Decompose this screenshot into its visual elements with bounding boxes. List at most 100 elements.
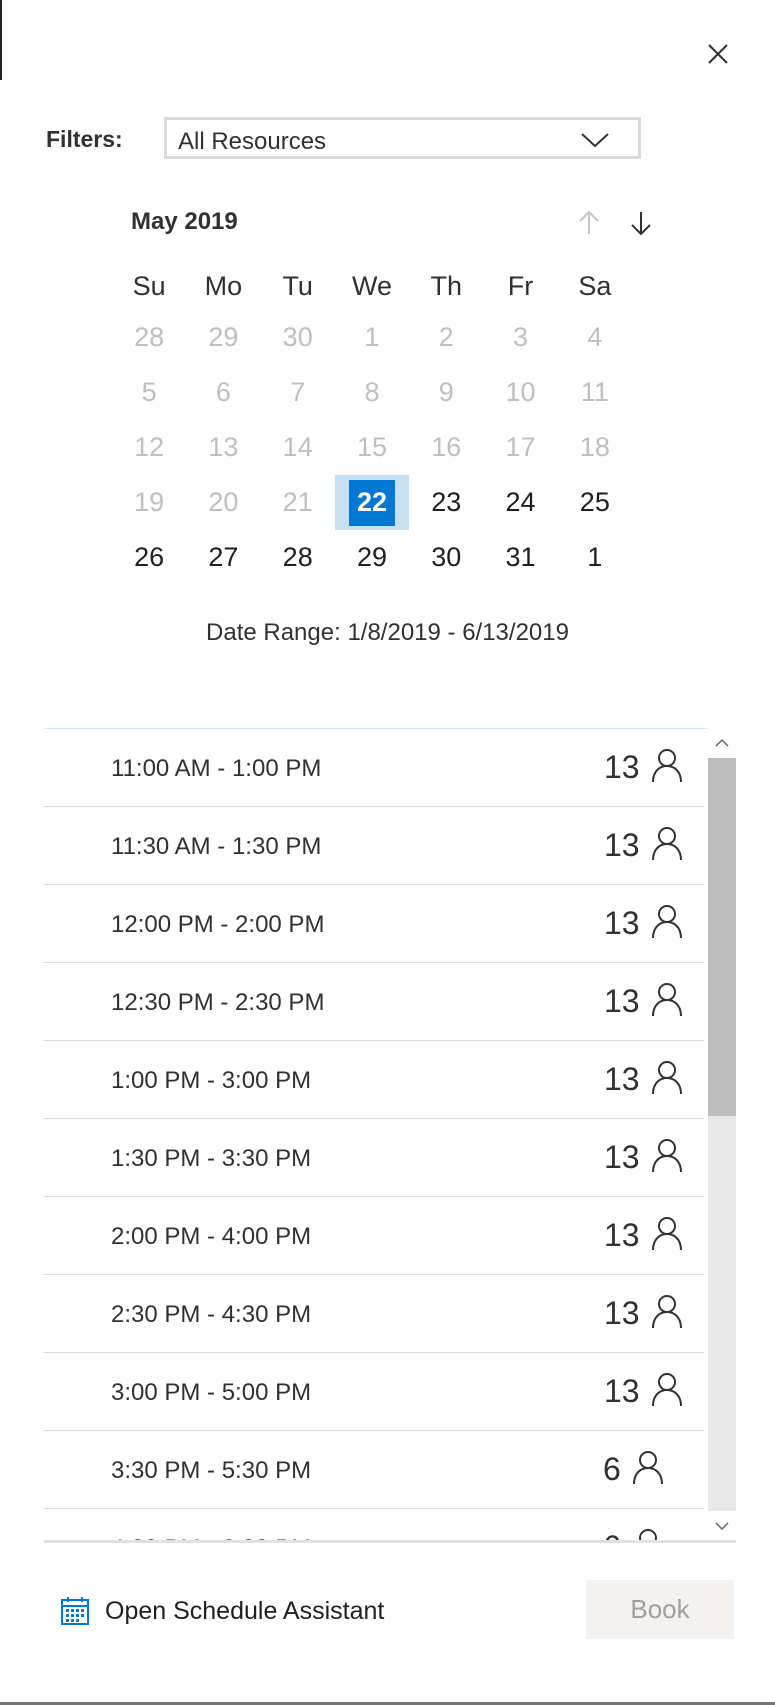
- calendar-day-number: 23: [431, 487, 462, 517]
- resource-count: 13: [604, 905, 640, 941]
- close-icon[interactable]: [700, 36, 736, 72]
- calendar-day[interactable]: 10: [483, 365, 557, 420]
- time-slot-row[interactable]: 3:30 PM - 5:30 PM 6: [44, 1431, 704, 1509]
- calendar-day[interactable]: 14: [261, 420, 335, 475]
- time-slot-row[interactable]: 1:30 PM - 3:30 PM 13: [44, 1119, 704, 1197]
- calendar-day-number: 10: [505, 377, 536, 407]
- time-slot-label: 12:30 PM - 2:30 PM: [111, 989, 325, 1016]
- resource-count: 13: [604, 827, 640, 863]
- person-icon: [650, 747, 684, 783]
- calendar-day-number: 16: [431, 432, 462, 462]
- time-slot-list: 11:00 AM - 1:00 PM 13 11:30 AM - 1:30 PM 13…: [44, 728, 736, 1542]
- calendar-day[interactable]: 5: [112, 365, 186, 420]
- calendar-day[interactable]: 25: [558, 475, 632, 530]
- weekday-label: Sa: [578, 270, 612, 301]
- calendar-day[interactable]: 12: [112, 420, 186, 475]
- calendar-day-number: 1: [587, 542, 603, 572]
- weekday-label: Tu: [282, 270, 313, 301]
- person-icon: [650, 1293, 684, 1329]
- calendar-day[interactable]: 28: [261, 530, 335, 585]
- open-schedule-assistant-link[interactable]: Open Schedule Assistant: [60, 1593, 384, 1629]
- calendar-day-number: 29: [356, 542, 387, 572]
- calendar-day[interactable]: 9: [409, 365, 483, 420]
- scheduling-panel: Filters: All Resources May 2019 Su Mo Tu…: [0, 0, 775, 1702]
- calendar-day[interactable]: 16: [409, 420, 483, 475]
- calendar-day[interactable]: 29: [186, 310, 260, 365]
- calendar-day[interactable]: 1: [558, 530, 632, 585]
- calendar-day[interactable]: 2: [409, 310, 483, 365]
- calendar-day[interactable]: 29: [335, 530, 409, 585]
- resource-count: 13: [604, 1139, 640, 1175]
- calendar-day[interactable]: 24: [483, 475, 557, 530]
- time-slot-row[interactable]: 1:00 PM - 3:00 PM 13: [44, 1041, 704, 1119]
- calendar-week-row: 26 27 28 29 30 31 1: [112, 530, 632, 585]
- resource-count: 13: [604, 983, 640, 1019]
- calendar-day[interactable]: 30: [409, 530, 483, 585]
- book-button[interactable]: Book: [586, 1580, 734, 1639]
- time-slot-row[interactable]: 12:30 PM - 2:30 PM 13: [44, 963, 704, 1041]
- calendar-day[interactable]: 6: [186, 365, 260, 420]
- calendar-day[interactable]: 18: [558, 420, 632, 475]
- arrow-up-icon[interactable]: [574, 208, 604, 238]
- calendar-day-number: 27: [208, 542, 239, 572]
- calendar-day[interactable]: 8: [335, 365, 409, 420]
- calendar-day-number: 4: [587, 322, 603, 352]
- calendar-day[interactable]: 21: [261, 475, 335, 530]
- calendar-day[interactable]: 23: [409, 475, 483, 530]
- time-slot-label: 2:00 PM - 4:00 PM: [111, 1223, 312, 1250]
- calendar-day[interactable]: 15: [335, 420, 409, 475]
- calendar-day[interactable]: 28: [112, 310, 186, 365]
- weekday-label: Su: [132, 270, 166, 301]
- scrollbar-thumb[interactable]: [708, 758, 736, 1116]
- weekday-label: We: [351, 270, 392, 301]
- scroll-down-icon[interactable]: [708, 1511, 736, 1541]
- calendar-day-number: 21: [282, 487, 313, 517]
- calendar-week-row: 19 20 21 22 23 24 25: [112, 475, 632, 530]
- person-icon: [650, 825, 684, 861]
- time-slot-row[interactable]: 2:30 PM - 4:30 PM 13: [44, 1275, 704, 1353]
- arrow-down-icon[interactable]: [626, 208, 656, 238]
- calendar-day[interactable]: 17: [483, 420, 557, 475]
- time-slot-label: 12:00 PM - 2:00 PM: [111, 911, 325, 938]
- calendar-day[interactable]: 30: [261, 310, 335, 365]
- calendar-day[interactable]: 19: [112, 475, 186, 530]
- person-icon: [631, 1449, 665, 1485]
- calendar-day[interactable]: 4: [558, 310, 632, 365]
- time-slot-scrollbar[interactable]: [708, 728, 736, 1541]
- calendar-day[interactable]: 13: [186, 420, 260, 475]
- resource-filter-dropdown[interactable]: All Resources: [164, 117, 641, 159]
- time-slot-row[interactable]: 11:30 AM - 1:30 PM 13: [44, 807, 704, 885]
- calendar-day[interactable]: 1: [335, 310, 409, 365]
- weekday-header-row: Su Mo Tu We Th Fr Sa: [112, 262, 632, 310]
- time-slot-row[interactable]: 4:00 PM - 6:00 PM6: [44, 1509, 704, 1542]
- calendar-day-number: 5: [141, 377, 157, 407]
- calendar-day[interactable]: 27: [186, 530, 260, 585]
- calendar-day-number: 14: [282, 432, 313, 462]
- month-label: May 2019: [131, 208, 238, 235]
- calendar-day[interactable]: 31: [483, 530, 557, 585]
- calendar-day[interactable]: 26: [112, 530, 186, 585]
- time-slot-label: 1:30 PM - 3:30 PM: [111, 1145, 312, 1172]
- calendar-grid: Su Mo Tu We Th Fr Sa 28 29 30 1 2 3 4 5 6 7 8 9 10 11…: [112, 262, 632, 585]
- resource-count: 13: [604, 749, 640, 785]
- time-slot-label: 2:30 PM - 4:30 PM: [111, 1301, 312, 1328]
- time-slot-row[interactable]: 2:00 PM - 4:00 PM 13: [44, 1197, 704, 1275]
- weekday-label: Th: [430, 270, 463, 301]
- calendar-day-number: 8: [364, 377, 380, 407]
- person-icon: [650, 903, 684, 939]
- calendar-day[interactable]: 11: [558, 365, 632, 420]
- calendar-day[interactable]: 20: [186, 475, 260, 530]
- time-slot-label: 11:30 AM - 1:30 PM: [111, 833, 322, 860]
- time-slot-row[interactable]: 3:00 PM - 5:00 PM 13: [44, 1353, 704, 1431]
- calendar-day[interactable]: 7: [261, 365, 335, 420]
- calendar-day-number: 15: [356, 432, 387, 462]
- scroll-up-icon[interactable]: [708, 728, 736, 758]
- calendar-day-number: 28: [134, 322, 165, 352]
- filter-selected-value: All Resources: [178, 128, 327, 155]
- time-slot-row[interactable]: 11:00 AM - 1:00 PM 13: [44, 729, 704, 807]
- time-slot-row[interactable]: 12:00 PM - 2:00 PM 13: [44, 885, 704, 963]
- calendar-day-number: 22: [348, 479, 395, 526]
- calendar-day-selected[interactable]: 22: [334, 475, 410, 530]
- calendar-day-number: 20: [208, 487, 239, 517]
- calendar-day[interactable]: 3: [483, 310, 557, 365]
